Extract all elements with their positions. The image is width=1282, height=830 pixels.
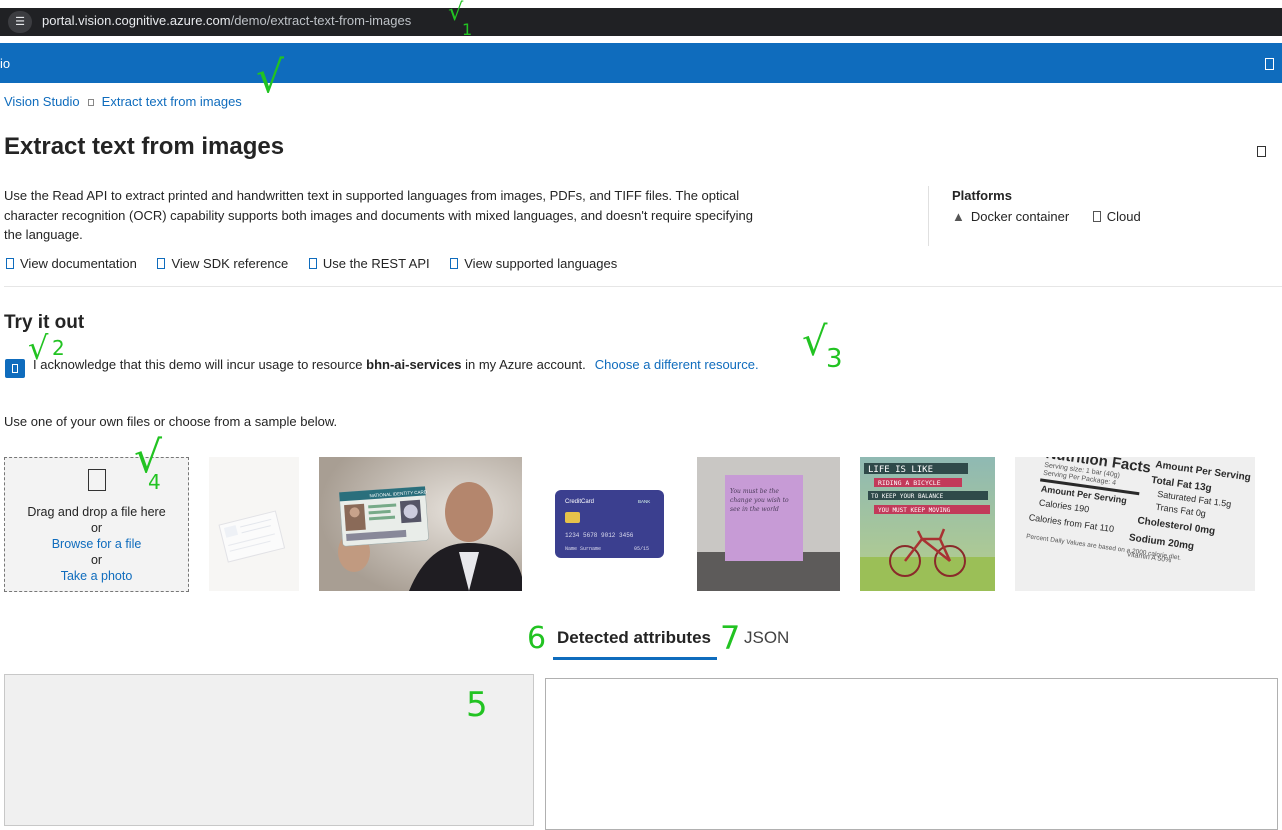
sample-image-document[interactable] xyxy=(209,457,299,591)
doc-links: View documentation View SDK reference Us… xyxy=(6,256,634,271)
platforms-panel: Platforms ▲ Docker container Cloud xyxy=(928,186,1161,246)
browser-url-bar: ☰ portal.vision.cognitive.azure.com/demo… xyxy=(0,0,1282,40)
tab-json[interactable]: JSON xyxy=(744,628,789,648)
or-text: or xyxy=(90,521,103,535)
section-divider xyxy=(4,286,1282,287)
nutrition-label-thumbnail: Nutrition Facts Serving size: 1 bar (40g… xyxy=(1015,457,1255,591)
document-icon xyxy=(6,258,14,269)
poster-line-1: LIFE IS LIKE xyxy=(868,465,933,475)
sample-image-nutrition-label[interactable]: Nutrition Facts Serving size: 1 bar (40g… xyxy=(1015,457,1255,591)
card-expiry: 05/15 xyxy=(634,546,649,552)
address-bar[interactable]: ☰ portal.vision.cognitive.azure.com/demo… xyxy=(0,8,1282,36)
document-thumbnail xyxy=(218,510,286,563)
api-icon xyxy=(308,258,317,269)
use-rest-api-link[interactable]: Use the REST API xyxy=(308,256,430,271)
take-photo-link[interactable]: Take a photo xyxy=(5,568,188,584)
id-card-thumbnail: NATIONAL IDENTITY CARD xyxy=(319,457,522,591)
annotation-check-url: √ xyxy=(448,0,464,26)
annotation-number-6: 6 xyxy=(527,621,547,656)
sample-image-credit-card[interactable]: CreditCard BANK 1234 5678 9012 3456 Name… xyxy=(542,457,677,591)
view-sdk-reference-link[interactable]: View SDK reference xyxy=(157,256,288,271)
globe-icon xyxy=(450,258,459,269)
acknowledge-text: I acknowledge that this demo will incur … xyxy=(33,357,759,372)
poster-line-2: RIDING A BICYCLE xyxy=(878,479,941,487)
checkmark-icon xyxy=(12,364,18,373)
view-supported-languages-link[interactable]: View supported languages xyxy=(450,256,617,271)
poster-line-3: TO KEEP YOUR BALANCE xyxy=(871,493,944,500)
or-text: or xyxy=(90,553,103,567)
annotation-number-7: 7 xyxy=(720,619,741,657)
annotation-check-breadcrumb: √ xyxy=(256,52,285,103)
sticky-note-thumbnail: You must be the change you wish to see i… xyxy=(697,457,840,591)
credit-card-thumbnail: CreditCard BANK 1234 5678 9012 3456 Name… xyxy=(555,490,664,558)
annotation-check-resource: √ xyxy=(802,319,828,365)
upload-icon xyxy=(87,469,106,491)
platform-docker: ▲ Docker container xyxy=(952,209,1070,224)
sample-image-sticky-note[interactable]: You must be the change you wish to see i… xyxy=(697,457,840,591)
view-documentation-link[interactable]: View documentation xyxy=(6,256,137,271)
breadcrumb-current[interactable]: Extract text from images xyxy=(102,94,242,109)
results-panel xyxy=(545,678,1278,830)
bicycle-poster-thumbnail: LIFE IS LIKE RIDING A BICYCLE TO KEEP YO… xyxy=(860,457,995,591)
platform-cloud: Cloud xyxy=(1092,209,1141,224)
card-brand: CreditCard xyxy=(565,499,594,505)
url-text[interactable]: portal.vision.cognitive.azure.com/demo/e… xyxy=(42,13,411,28)
annotation-number-3: 3 xyxy=(826,344,843,374)
header-menu-icon[interactable] xyxy=(1265,58,1274,70)
acknowledge-checkbox[interactable] xyxy=(5,359,25,378)
annotation-number-1: 1 xyxy=(462,20,473,39)
app-name[interactable]: io xyxy=(0,56,10,71)
annotation-number-4: 4 xyxy=(148,470,161,494)
sticky-note-text: You must be the change you wish to see i… xyxy=(730,488,789,513)
card-number: 1234 5678 9012 3456 xyxy=(565,532,634,539)
drag-drop-text: Drag and drop a file here xyxy=(27,505,166,519)
annotation-number-5: 5 xyxy=(466,685,488,725)
card-holder: Name Surname xyxy=(565,546,601,552)
platforms-heading: Platforms xyxy=(952,188,1012,203)
annotation-number-2: 2 xyxy=(52,336,65,360)
favorite-icon[interactable] xyxy=(1257,146,1266,157)
docker-icon: ▲ xyxy=(952,209,965,224)
tab-detected-attributes[interactable]: Detected attributes xyxy=(557,628,711,648)
card-bank: BANK xyxy=(638,499,650,504)
page-description: Use the Read API to extract printed and … xyxy=(4,188,753,242)
upload-instructions: Use one of your own files or choose from… xyxy=(4,414,338,429)
annotation-check-checkbox: √ xyxy=(28,329,49,367)
breadcrumb-separator-icon xyxy=(87,99,94,107)
resource-name: bhn-ai-services xyxy=(366,357,462,372)
poster-line-4: YOU MUST KEEP MOVING xyxy=(878,507,951,514)
sample-image-id-card[interactable]: NATIONAL IDENTITY CARD xyxy=(319,457,522,591)
breadcrumb-root-link[interactable]: Vision Studio xyxy=(4,94,80,109)
page-title: Extract text from images xyxy=(4,133,285,160)
breadcrumb: Vision Studio Extract text from images xyxy=(4,94,242,109)
sample-image-bicycle-poster[interactable]: LIFE IS LIKE RIDING A BICYCLE TO KEEP YO… xyxy=(860,457,995,591)
app-header: io xyxy=(0,43,1282,83)
tune-icon[interactable]: ☰ xyxy=(8,11,32,33)
browse-file-link[interactable]: Browse for a file xyxy=(5,536,188,552)
choose-different-resource-link[interactable]: Choose a different resource. xyxy=(595,357,759,372)
cloud-icon xyxy=(1092,211,1101,222)
active-tab-indicator xyxy=(553,657,717,660)
image-preview-panel xyxy=(4,674,534,826)
code-icon xyxy=(157,258,166,269)
